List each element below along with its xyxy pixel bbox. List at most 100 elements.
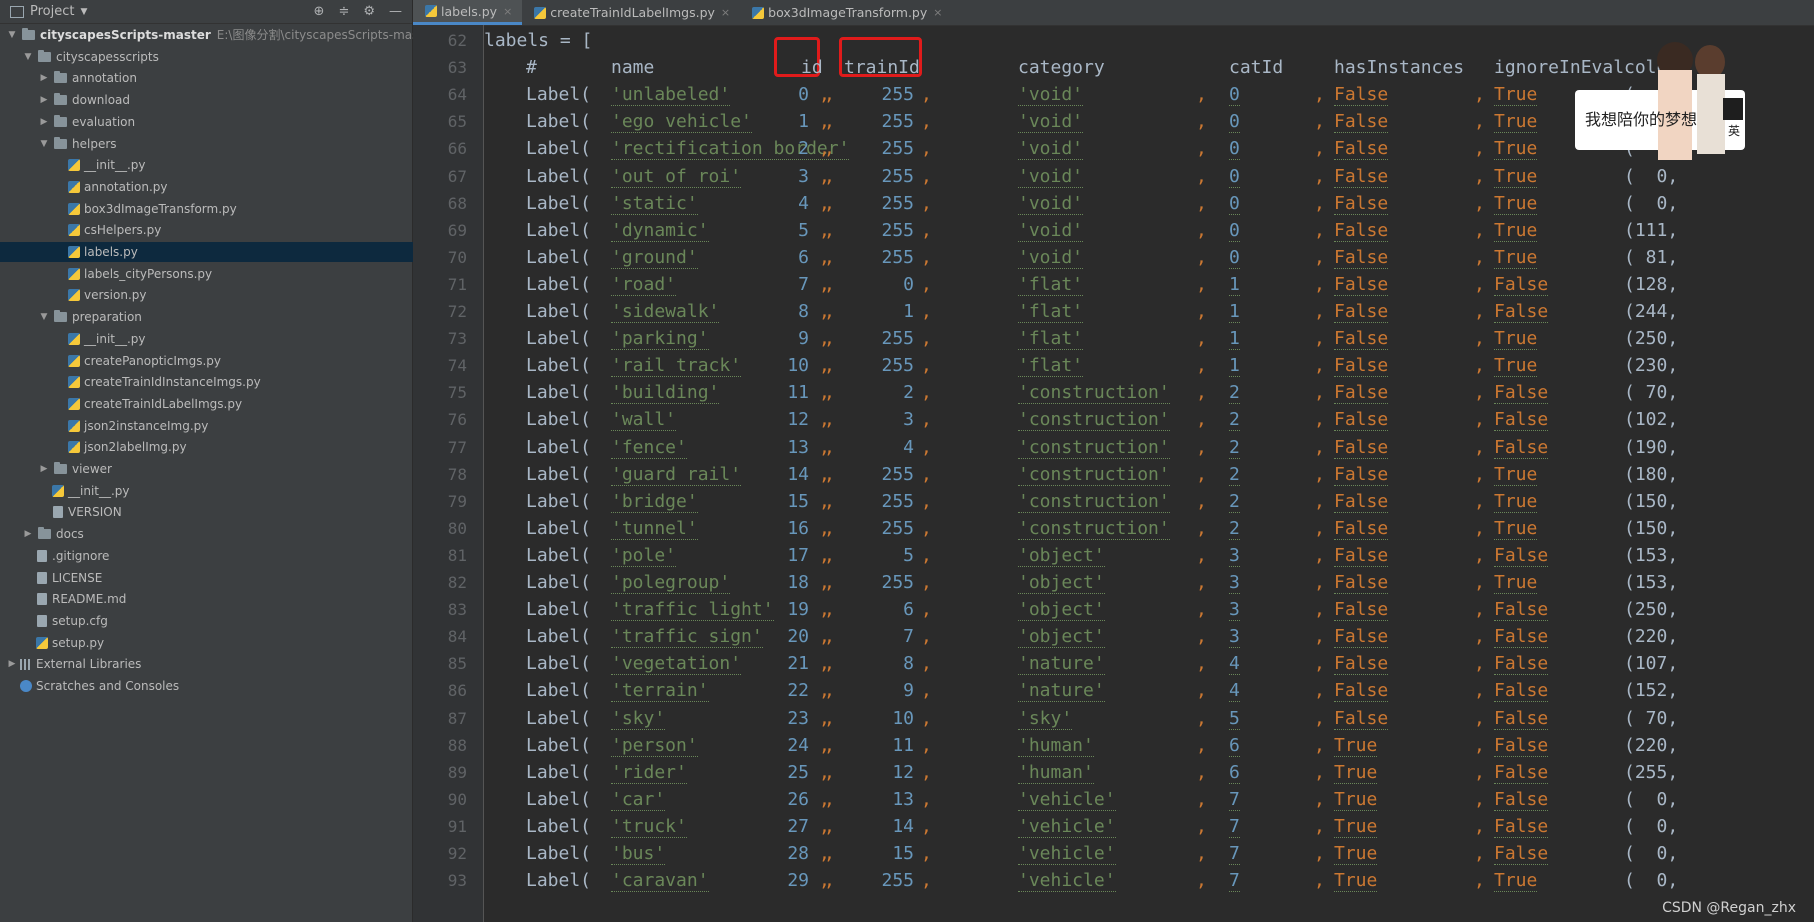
tree-item[interactable]: __init__.py	[54, 155, 146, 175]
label-name: 'person'	[611, 734, 698, 757]
label-color: ( 0,	[1624, 815, 1679, 837]
label-catid: 3	[1229, 599, 1240, 622]
comma: ,	[1314, 761, 1325, 783]
folder-icon	[54, 310, 67, 323]
tree-item-label: viewer	[72, 462, 112, 476]
tree-item[interactable]: box3dImageTransform.py	[54, 199, 237, 219]
label-hasinstances: False	[1334, 301, 1389, 323]
tree-item[interactable]: json2instanceImg.py	[54, 416, 208, 436]
label-id: 16	[787, 517, 809, 539]
tree-item[interactable]: version.py	[54, 285, 146, 305]
label-hasinstances: False	[1334, 653, 1389, 676]
comma: ,	[1474, 382, 1485, 404]
label-name: 'road'	[611, 273, 677, 296]
code-line: Label('car', 26, 13,'vehicle', 7, True, False…	[484, 786, 1814, 813]
comma: ,	[921, 707, 932, 729]
close-icon[interactable]: ×	[933, 0, 942, 25]
file-icon	[37, 549, 47, 562]
tree-item[interactable]: ▼ helpers	[38, 134, 117, 154]
label-id: 13	[787, 436, 809, 458]
chevron-down-icon[interactable]: ▼	[38, 134, 50, 154]
comma: ,	[1314, 138, 1325, 160]
tree-item[interactable]: __init__.py	[54, 329, 146, 349]
comma: ,	[1314, 111, 1325, 133]
chevron-right-icon[interactable]: ▶	[38, 68, 50, 88]
label-trainid: 15	[892, 843, 914, 864]
label-trainid: 255	[881, 84, 914, 106]
tree-item[interactable]: createPanopticImgs.py	[54, 351, 221, 371]
comma: ,	[1474, 436, 1485, 458]
comma: ,	[1314, 382, 1325, 404]
chevron-down-icon[interactable]: ▼	[38, 307, 50, 327]
folder-icon	[38, 527, 51, 540]
label-id: 21	[787, 653, 809, 675]
comma: ,	[921, 788, 932, 810]
chevron-down-icon[interactable]: ▼	[22, 47, 34, 67]
tree-item[interactable]: README.md	[22, 589, 126, 609]
tree-item[interactable]: ▼ cityscapesScripts-master E:\图像分割\citysca…	[6, 25, 435, 45]
close-icon[interactable]: ×	[503, 0, 512, 24]
locate-icon[interactable]: ⊕	[314, 4, 325, 19]
label-category: 'vehicle'	[1018, 788, 1116, 811]
chevron-right-icon[interactable]: ▶	[38, 112, 50, 132]
editor-tab[interactable]: createTrainIdLabelImgs.py ×	[522, 0, 740, 25]
tree-item[interactable]: __init__.py	[38, 481, 130, 501]
tree-item[interactable]: csHelpers.py	[54, 220, 161, 240]
chevron-right-icon[interactable]: ▶	[6, 654, 18, 674]
project-panel-title[interactable]: Project	[30, 4, 74, 19]
comma: ,	[1474, 653, 1485, 675]
tree-item[interactable]: .gitignore	[22, 546, 109, 566]
tree-item[interactable]: createTrainIdLabelImgs.py	[54, 394, 242, 414]
label-category: 'construction'	[1018, 409, 1170, 432]
project-panel-header[interactable]: Project ▼ ⊕ ≑ ⚙ —	[0, 0, 412, 24]
tree-item[interactable]: Scratches and Consoles	[6, 676, 179, 696]
tree-item-label: __init__.py	[84, 331, 146, 346]
tree-item[interactable]: ▶ viewer	[38, 459, 112, 479]
label-hasinstances: False	[1334, 138, 1389, 161]
collapse-all-icon[interactable]: ≑	[338, 4, 349, 19]
tree-item[interactable]: createTrainIdInstanceImgs.py	[54, 372, 261, 392]
chevron-down-icon[interactable]: ▼	[80, 7, 87, 17]
tree-item[interactable]: ▼ preparation	[38, 307, 142, 327]
label-catid: 1	[1229, 301, 1240, 323]
label-color: (153,	[1624, 572, 1679, 593]
label-trainid: 255	[881, 219, 914, 241]
tree-item[interactable]: json2labelImg.py	[54, 437, 187, 457]
chevron-right-icon[interactable]: ▶	[38, 90, 50, 110]
tree-item[interactable]: ▶ External Libraries	[6, 654, 142, 674]
tree-item[interactable]: ▶ evaluation	[38, 112, 135, 132]
chevron-down-icon[interactable]: ▼	[6, 25, 18, 45]
tree-item[interactable]: labels.py	[0, 242, 466, 262]
label-name: 'caravan'	[611, 870, 709, 893]
chevron-right-icon[interactable]: ▶	[22, 524, 34, 544]
tree-item[interactable]: setup.cfg	[22, 611, 108, 631]
label-category: 'construction'	[1018, 490, 1170, 513]
tree-item[interactable]: VERSION	[38, 502, 122, 522]
tree-item[interactable]: ▶ download	[38, 90, 130, 110]
label-hasinstances: False	[1334, 463, 1389, 486]
tree-item[interactable]: ▶ docs	[22, 524, 84, 544]
tree-item[interactable]: setup.py	[22, 633, 104, 653]
tree-item[interactable]: annotation.py	[54, 177, 167, 197]
comma: ,	[1196, 111, 1207, 133]
chevron-right-icon[interactable]: ▶	[38, 459, 50, 479]
editor-tab[interactable]: labels.py ×	[413, 0, 523, 25]
gear-icon[interactable]: ⚙	[363, 4, 375, 19]
label-ignoreineval: True	[1494, 572, 1538, 594]
tree-item[interactable]: LICENSE	[22, 568, 102, 588]
comma: ,	[921, 572, 932, 593]
close-icon[interactable]: ×	[721, 0, 730, 25]
tree-item[interactable]: ▶ annotation	[38, 68, 137, 88]
tree-item-label: evaluation	[72, 114, 136, 129]
line-number: 74	[447, 356, 467, 376]
label-call: Label(	[526, 734, 592, 756]
label-trainid: 2	[903, 382, 914, 404]
comma: ,	[819, 653, 830, 675]
label-call: Label(	[526, 138, 592, 160]
editor-tab[interactable]: box3dImageTransform.py ×	[740, 0, 952, 25]
comma: ,	[1196, 517, 1207, 539]
hide-icon[interactable]: —	[389, 4, 402, 19]
tree-item[interactable]: labels_cityPersons.py	[54, 264, 212, 284]
tree-item[interactable]: ▼ cityscapesscripts	[22, 47, 159, 67]
label-hasinstances: False	[1334, 219, 1389, 242]
